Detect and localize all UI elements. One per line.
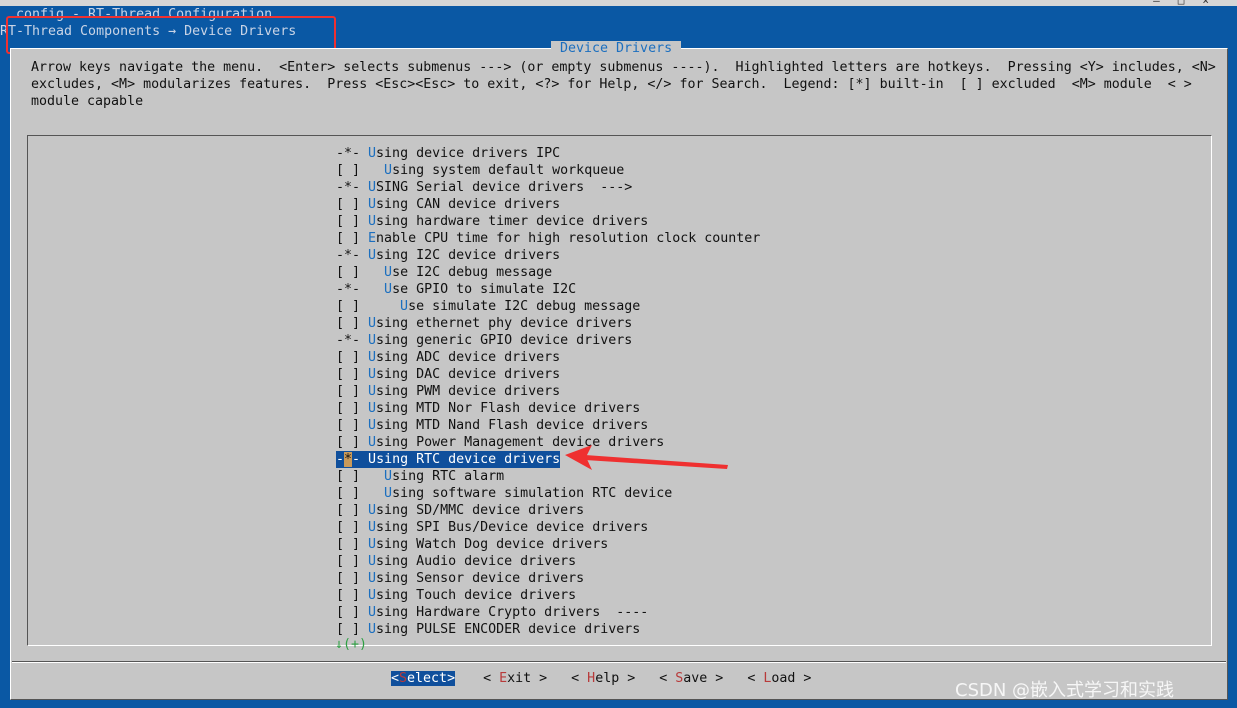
csdn-watermark: CSDN @嵌入式学习和实践 [955, 680, 1175, 701]
annotation-arrow-shaft [585, 455, 728, 469]
annotation-arrow [565, 445, 728, 470]
